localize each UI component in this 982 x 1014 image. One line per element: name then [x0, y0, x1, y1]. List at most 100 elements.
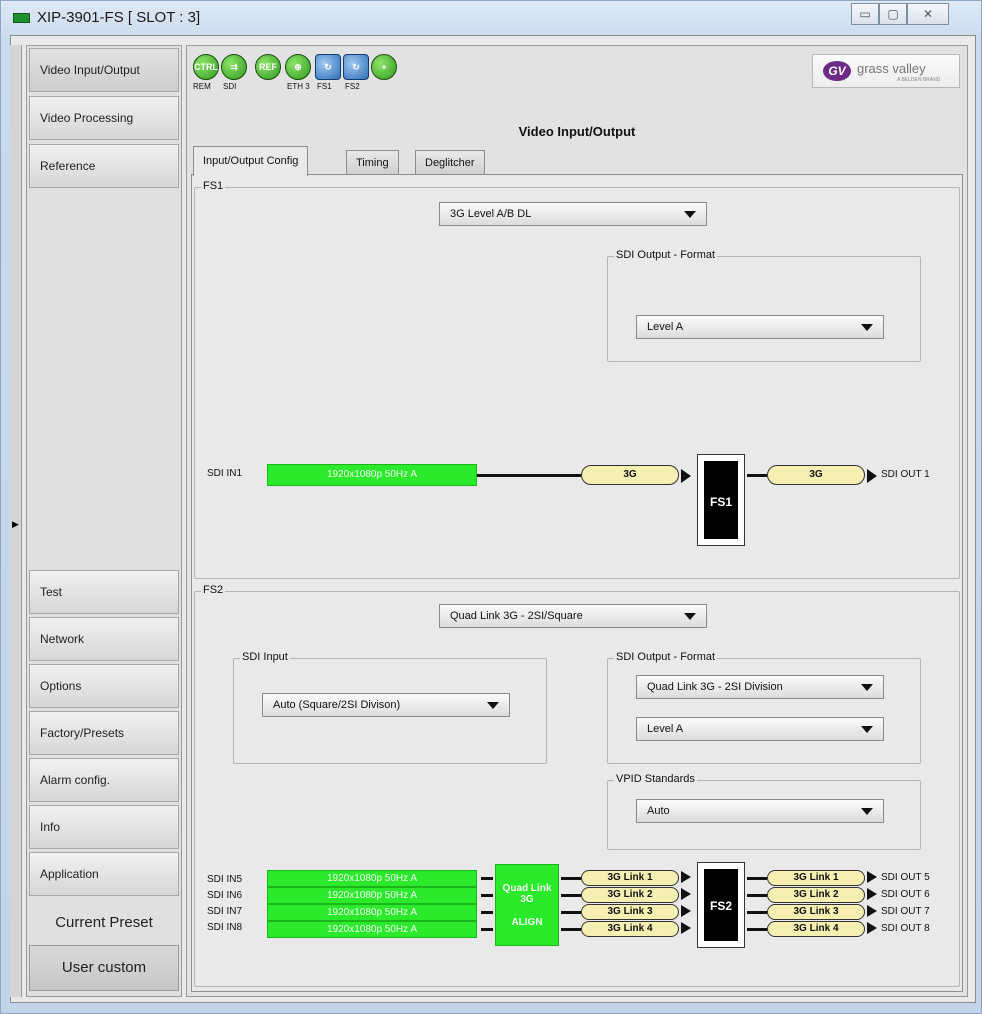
nav-factory-presets[interactable]: Factory/Presets: [29, 711, 179, 755]
arrow-right-icon: [681, 888, 691, 900]
fs2-box-label: FS2: [704, 869, 738, 941]
fs2-input-select[interactable]: Auto (Square/2SI Divison): [262, 693, 510, 717]
fs2-legend: FS2: [201, 584, 226, 596]
fs2-input-group: SDI Input Auto (Square/2SI Divison): [233, 651, 547, 764]
maximize-button[interactable]: ▢: [879, 3, 907, 25]
sdi-status-icon[interactable]: ⇉: [221, 54, 247, 80]
sdi-in1-label: SDI IN1: [207, 468, 243, 479]
collapse-strip[interactable]: ▶: [10, 45, 22, 997]
arrow-right-icon: [681, 469, 691, 483]
fs2-vpid-legend: VPID Standards: [614, 773, 697, 785]
add-icon[interactable]: +: [371, 54, 397, 80]
sdi-in7-signal: 1920x1080p 50Hz A: [267, 904, 477, 921]
arrow-right-icon: [867, 905, 877, 917]
fs2-label: FS2: [345, 82, 360, 91]
signal-line: [747, 911, 767, 914]
sdi-in8-signal: 1920x1080p 50Hz A: [267, 921, 477, 938]
fs2-box: FS2: [697, 862, 745, 948]
ctrl-status-icon[interactable]: CTRL: [193, 54, 219, 80]
signal-line: [481, 911, 493, 914]
signal-line: [747, 474, 767, 477]
fs2-mode-select[interactable]: Quad Link 3G - 2SI/Square: [439, 604, 707, 628]
fs2-status-icon[interactable]: ↻: [343, 54, 369, 80]
arrow-right-icon: [867, 871, 877, 883]
expand-arrow-icon[interactable]: ▶: [12, 519, 19, 530]
nav-test[interactable]: Test: [29, 570, 179, 614]
logo-sub: A BELDEN BRAND: [897, 77, 941, 83]
chevron-down-icon: [861, 324, 873, 331]
signal-line: [481, 877, 493, 880]
nav-info[interactable]: Info: [29, 805, 179, 849]
fs2-output-format-select[interactable]: Quad Link 3G - 2SI Division: [636, 675, 884, 699]
tab-input-output-config[interactable]: Input/Output Config: [193, 146, 309, 176]
fs2-mode-value: Quad Link 3G - 2SI/Square: [450, 610, 583, 622]
chevron-down-icon: [684, 211, 696, 218]
fs2-link-out-3: 3G Link 3: [767, 904, 865, 920]
signal-line: [561, 928, 581, 931]
fs2-link-in-1: 3G Link 1: [581, 870, 679, 886]
fs2-vpid-value: Auto: [647, 805, 670, 817]
fs2-link-in-4: 3G Link 4: [581, 921, 679, 937]
eth-label: ETH 3: [287, 82, 310, 91]
arrow-right-icon: [681, 922, 691, 934]
fs2-group: FS2 Quad Link 3G - 2SI/Square SDI Input …: [194, 584, 960, 987]
fs2-input-value: Auto (Square/2SI Divison): [273, 699, 401, 711]
chevron-down-icon: [861, 726, 873, 733]
ref-status-icon[interactable]: REF: [255, 54, 281, 80]
nav-options[interactable]: Options: [29, 664, 179, 708]
arrow-right-icon: [681, 905, 691, 917]
fs1-pill-in: 3G: [581, 465, 679, 485]
sdi-in8-label: SDI IN8: [207, 922, 243, 933]
signal-line: [481, 928, 493, 931]
fs1-output-format-legend: SDI Output - Format: [614, 249, 718, 261]
app-window: XIP-3901-FS [ SLOT : 3] ▭ ▢ ✕ ▶ Video In…: [0, 0, 982, 1014]
arrow-right-icon: [681, 871, 691, 883]
arrow-right-icon: [867, 888, 877, 900]
fs1-box: FS1: [697, 454, 745, 546]
tab-timing[interactable]: Timing: [346, 150, 399, 174]
fs1-output-format-group: SDI Output - Format Level A: [607, 249, 921, 362]
quad-link-label: Quad Link 3G: [502, 883, 552, 905]
fs1-output-format-value: Level A: [647, 321, 684, 333]
eth-status-icon[interactable]: ⊕: [285, 54, 311, 80]
signal-line: [561, 911, 581, 914]
align-label: ALIGN: [511, 917, 543, 928]
page-title: Video Input/Output: [518, 124, 636, 139]
minimize-button[interactable]: ▭: [851, 3, 879, 25]
fs1-mode-value: 3G Level A/B DL: [450, 208, 532, 220]
fs2-output-level-select[interactable]: Level A: [636, 717, 884, 741]
status-toolbar: CTRL ⇉ REF ⊕ ↻ ↻ + REM SDI ETH 3 FS1 FS2…: [187, 46, 967, 96]
fs1-legend: FS1: [201, 180, 226, 192]
nav-application[interactable]: Application: [29, 852, 179, 896]
fs1-output-format-select[interactable]: Level A: [636, 315, 884, 339]
gv-logo-icon: GV: [823, 61, 851, 81]
fs2-vpid-group: VPID Standards Auto: [607, 773, 921, 850]
nav-video-processing[interactable]: Video Processing: [29, 96, 179, 140]
chevron-down-icon: [684, 613, 696, 620]
fs2-input-legend: SDI Input: [240, 651, 290, 663]
nav-alarm-config[interactable]: Alarm config.: [29, 758, 179, 802]
grass-valley-logo: GV grass valley A BELDEN BRAND: [812, 54, 960, 88]
close-button[interactable]: ✕: [907, 3, 949, 25]
nav-video-input-output[interactable]: Video Input/Output: [29, 48, 179, 92]
sdi-in1-signal: 1920x1080p 50Hz A: [267, 464, 477, 486]
arrow-right-icon: [867, 469, 877, 483]
fs2-vpid-select[interactable]: Auto: [636, 799, 884, 823]
nav-network[interactable]: Network: [29, 617, 179, 661]
nav-reference[interactable]: Reference: [29, 144, 179, 188]
sdi-label: SDI: [223, 82, 237, 91]
nav-panel: Video Input/Output Video Processing Refe…: [26, 45, 182, 997]
tab-deglitcher[interactable]: Deglitcher: [415, 150, 485, 174]
fs2-link-in-2: 3G Link 2: [581, 887, 679, 903]
logo-name: grass valley: [857, 61, 926, 76]
signal-line: [747, 877, 767, 880]
chevron-down-icon: [487, 702, 499, 709]
fs2-link-out-4: 3G Link 4: [767, 921, 865, 937]
fs2-output-format-group: SDI Output - Format Quad Link 3G - 2SI D…: [607, 651, 921, 764]
sdi-in6-label: SDI IN6: [207, 890, 243, 901]
app-icon: [13, 13, 30, 23]
fs1-mode-select[interactable]: 3G Level A/B DL: [439, 202, 707, 226]
user-custom-button[interactable]: User custom: [29, 945, 179, 991]
signal-line: [747, 894, 767, 897]
fs1-status-icon[interactable]: ↻: [315, 54, 341, 80]
